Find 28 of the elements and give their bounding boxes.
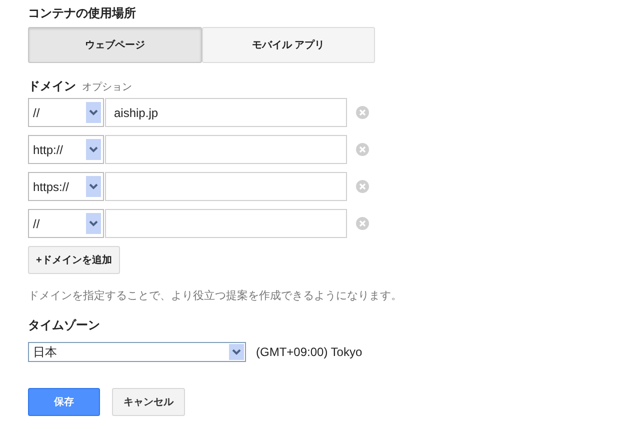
domain-input[interactable] bbox=[105, 172, 347, 201]
tab[interactable]: モバイル アプリ bbox=[202, 27, 375, 63]
section-title: コンテナの使用場所 bbox=[28, 5, 137, 22]
dropdown-icon bbox=[86, 102, 101, 123]
timezone-label: タイムゾーン bbox=[28, 317, 101, 334]
protocol-select[interactable]: https:// bbox=[28, 172, 104, 201]
remove-icon[interactable] bbox=[356, 143, 369, 156]
add-domain-button[interactable]: +ドメインを追加 bbox=[28, 246, 120, 274]
cancel-button[interactable]: キャンセル bbox=[112, 388, 185, 416]
remove-icon[interactable] bbox=[356, 106, 369, 119]
domain-label: ドメイン bbox=[28, 78, 76, 95]
hint-text: ドメインを指定することで、より役立つ提案を作成できるようになります。 bbox=[28, 288, 403, 304]
timezone-offset: (GMT+09:00) Tokyo bbox=[256, 344, 362, 361]
dropdown-icon bbox=[86, 176, 101, 197]
tab[interactable]: ウェブページ bbox=[28, 27, 202, 63]
protocol-select[interactable]: // bbox=[28, 209, 104, 238]
dropdown-icon bbox=[86, 139, 101, 160]
protocol-select[interactable]: // bbox=[28, 98, 104, 127]
domain-input[interactable] bbox=[105, 135, 347, 164]
protocol-select[interactable]: http:// bbox=[28, 135, 104, 164]
remove-icon[interactable] bbox=[356, 217, 369, 230]
domain-input[interactable] bbox=[105, 209, 347, 238]
dropdown-icon bbox=[229, 344, 244, 360]
domain-input[interactable]: aiship.jp bbox=[105, 98, 347, 127]
optional-label: オプション bbox=[82, 80, 132, 95]
dropdown-icon bbox=[86, 213, 101, 234]
remove-icon[interactable] bbox=[356, 180, 369, 193]
timezone-select[interactable]: 日本 bbox=[28, 342, 246, 362]
